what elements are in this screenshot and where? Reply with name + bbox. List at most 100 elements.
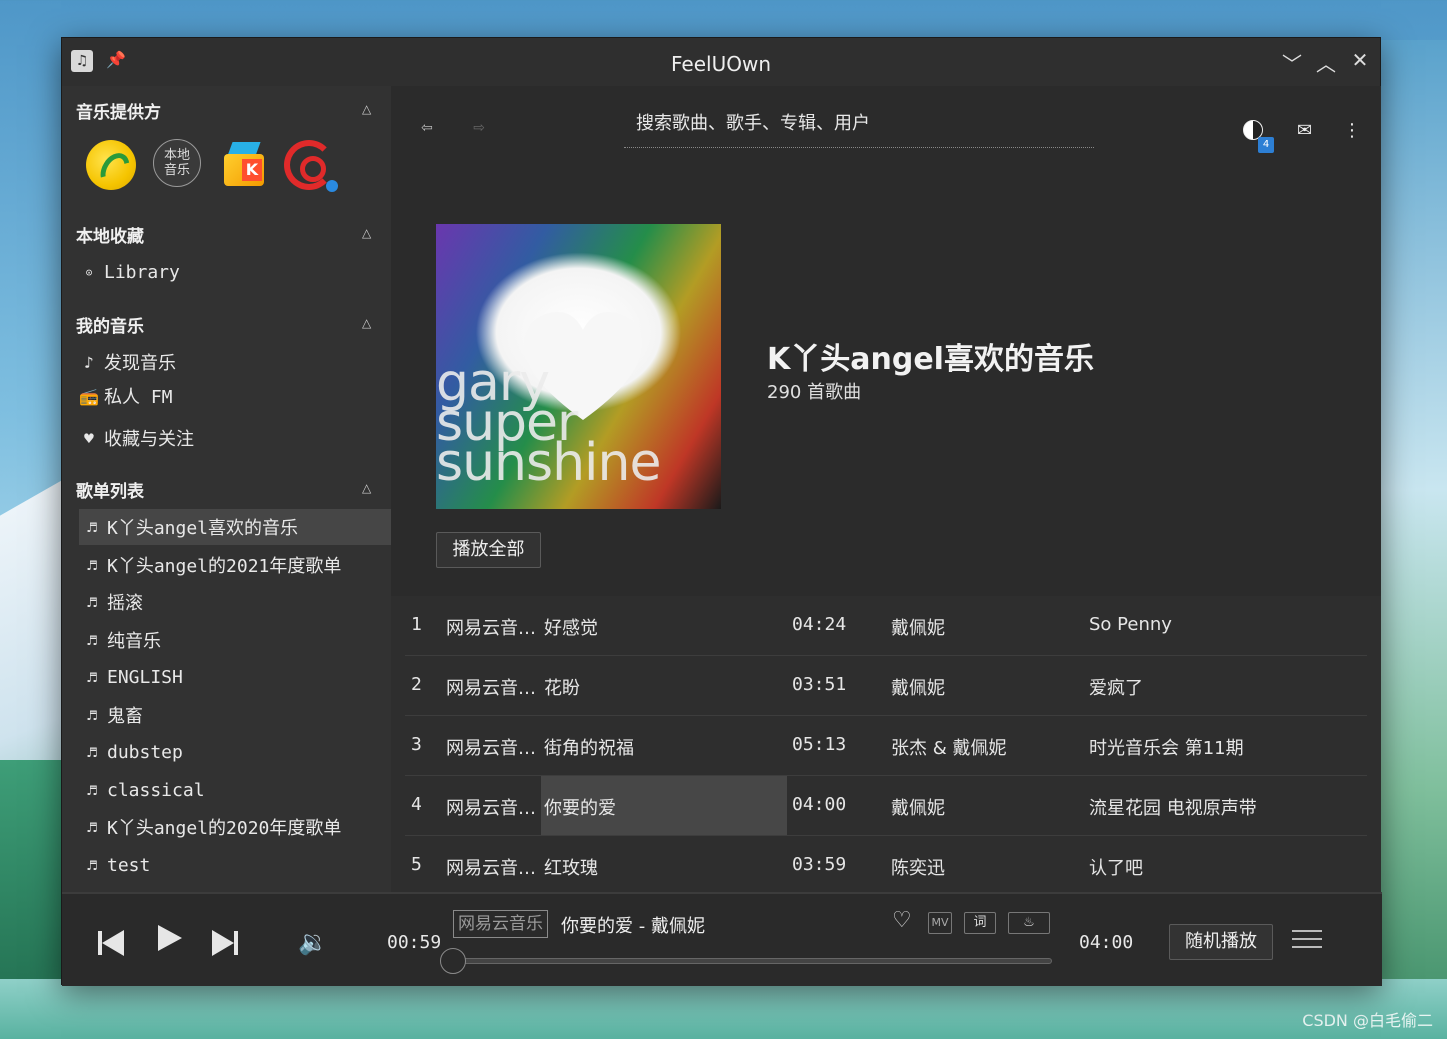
table-row[interactable]: 1 网易云音… 好感觉 04:24 戴佩妮 So Penny: [405, 596, 1367, 656]
titlebar[interactable]: ♫ 📌 FeelUOwn ﹀ ︿ ✕: [62, 38, 1380, 86]
track-source: 网易云音…: [446, 858, 536, 879]
back-arrow-icon[interactable]: ⇦: [421, 120, 433, 136]
track-table: 1 网易云音… 好感觉 04:24 戴佩妮 So Penny 2 网易云音… 花…: [391, 596, 1381, 892]
track-album[interactable]: 认了吧: [1089, 854, 1143, 880]
track-title[interactable]: 街角的祝福: [544, 734, 634, 760]
mail-icon[interactable]: ✉: [1297, 120, 1312, 141]
sidebar-item-fm[interactable]: 📻 私人 FM: [76, 378, 391, 414]
local-music-provider-icon[interactable]: 本地 音乐: [153, 139, 201, 187]
playlist-icon: ♬: [87, 592, 97, 612]
netease-provider-icon[interactable]: [284, 140, 338, 192]
volume-icon[interactable]: 🔉: [298, 928, 328, 956]
sidebar-playlist-item[interactable]: ♬ 纯音乐: [79, 622, 394, 658]
heart-icon: ♥: [84, 428, 94, 448]
playlist-cover: gary super sunshine: [436, 224, 721, 509]
collapse-icon[interactable]: △: [362, 226, 371, 240]
app-window: ♫ 📌 FeelUOwn ﹀ ︿ ✕ 音乐提供方 △ 本地 音乐 K 本地收藏 …: [61, 37, 1382, 986]
more-menu-icon[interactable]: ⋮: [1343, 120, 1361, 141]
track-title[interactable]: 你要的爱: [544, 794, 616, 820]
track-artist[interactable]: 戴佩妮: [891, 794, 945, 820]
sidebar: 音乐提供方 △ 本地 音乐 K 本地收藏 △ ⊙ Library 我的音乐 △ …: [62, 86, 391, 892]
table-row[interactable]: 4 网易云音… 你要的爱 04:00 戴佩妮 流星花园 电视原声带: [405, 776, 1367, 836]
track-title[interactable]: 好感觉: [544, 614, 598, 640]
track-source: 网易云音…: [446, 738, 536, 759]
track-duration: 03:59: [792, 854, 847, 875]
sidebar-playlist-item[interactable]: ♬ K丫头angel喜欢的音乐: [79, 509, 391, 545]
table-row[interactable]: 2 网易云音… 花盼 03:51 戴佩妮 爱疯了: [405, 656, 1367, 716]
sidebar-item-label: ENGLISH: [107, 666, 183, 688]
hot-stream-icon[interactable]: ♨: [1008, 912, 1050, 934]
queue-line: [1292, 938, 1322, 940]
sidebar-item-favorites[interactable]: ♥ 收藏与关注: [76, 420, 391, 456]
next-track-button[interactable]: [212, 924, 238, 959]
collapse-icon[interactable]: △: [362, 481, 371, 495]
maximize-icon[interactable]: ︿: [1314, 48, 1338, 77]
track-album[interactable]: 时光音乐会 第11期: [1089, 734, 1244, 760]
queue-line: [1292, 946, 1322, 948]
playlist-icon: ♬: [87, 742, 97, 762]
sidebar-playlist-item[interactable]: ♬ K丫头angel的2021年度歌单: [79, 547, 394, 583]
minimize-icon[interactable]: ﹀: [1280, 48, 1304, 77]
my-music-header: 我的音乐: [76, 317, 144, 337]
sidebar-item-discover[interactable]: ♪ 发现音乐: [76, 344, 391, 380]
playlist-icon: ♬: [87, 817, 97, 837]
play-all-button[interactable]: 播放全部: [436, 532, 541, 568]
track-album[interactable]: 爱疯了: [1089, 674, 1143, 700]
lyric-button[interactable]: 词: [964, 912, 996, 934]
playlist-queue-icon[interactable]: [1292, 924, 1322, 954]
playlists-header: 歌单列表: [76, 482, 144, 502]
now-playing-source-badge: 网易云音乐: [453, 910, 548, 938]
sidebar-item-label: classical: [107, 779, 205, 801]
like-heart-icon[interactable]: ♡: [892, 908, 912, 933]
playlist-icon: ♬: [87, 780, 97, 800]
progress-slider[interactable]: [440, 948, 1052, 974]
track-duration: 03:51: [792, 674, 847, 695]
table-row[interactable]: 3 网易云音… 街角的祝福 05:13 张杰 & 戴佩妮 时光音乐会 第11期: [405, 716, 1367, 776]
close-icon[interactable]: ✕: [1348, 48, 1372, 72]
track-artist[interactable]: 陈奕迅: [891, 854, 945, 880]
play-button[interactable]: [158, 924, 182, 959]
track-album[interactable]: So Penny: [1089, 614, 1172, 635]
track-title[interactable]: 花盼: [544, 674, 580, 700]
kuwo-provider-icon[interactable]: K: [220, 140, 270, 190]
sidebar-playlist-item[interactable]: ♬ 鬼畜: [79, 697, 394, 733]
playlist-title: K丫头angel喜欢的音乐: [767, 342, 1094, 377]
player-bar: 🔉 00:59 网易云音乐 你要的爱 - 戴佩妮 ♡ MV 词 ♨ 04:00 …: [62, 892, 1382, 986]
playlist-icon: ♬: [87, 555, 97, 575]
sidebar-playlist-item[interactable]: ♬ classical: [79, 772, 394, 808]
prev-triangle-shape: [102, 929, 124, 956]
track-title[interactable]: 红玫瑰: [544, 854, 598, 880]
track-artist[interactable]: 戴佩妮: [891, 614, 945, 640]
sidebar-item-label: 摇滚: [107, 593, 143, 614]
qq-music-provider-icon[interactable]: [86, 140, 136, 190]
previous-track-button[interactable]: [98, 924, 124, 959]
now-playing-title[interactable]: 你要的爱 - 戴佩妮: [561, 912, 705, 938]
sidebar-playlist-item[interactable]: ♬ dubstep: [79, 734, 394, 770]
progress-handle[interactable]: [440, 948, 466, 974]
track-number: 3: [411, 734, 422, 755]
window-title: FeelUOwn: [671, 52, 771, 76]
sidebar-playlist-item[interactable]: ♬ ENGLISH: [79, 659, 394, 695]
sidebar-playlist-item[interactable]: ♬ 摇滚: [79, 584, 394, 620]
table-row[interactable]: 5 网易云音… 红玫瑰 03:59 陈奕迅 认了吧: [405, 836, 1367, 896]
track-artist[interactable]: 戴佩妮: [891, 674, 945, 700]
forward-arrow-icon[interactable]: ⇨: [473, 120, 485, 136]
track-artist[interactable]: 张杰 & 戴佩妮: [891, 734, 1006, 760]
collapse-icon[interactable]: △: [362, 316, 371, 330]
sidebar-item-label: 私人 FM: [104, 387, 173, 408]
queue-line: [1292, 930, 1322, 932]
search-input[interactable]: 搜索歌曲、歌手、专辑、用户: [624, 112, 1094, 148]
collapse-icon[interactable]: △: [362, 102, 371, 116]
history-nav: ⇦ ⇨: [421, 120, 521, 136]
track-source: 网易云音…: [446, 678, 536, 699]
mv-button[interactable]: MV: [928, 912, 952, 934]
track-album[interactable]: 流星花园 电视原声带: [1089, 794, 1257, 820]
next-triangle-shape: [212, 929, 234, 956]
sidebar-item-label: 发现音乐: [104, 353, 176, 374]
sidebar-playlist-item[interactable]: ♬ K丫头angel的2020年度歌单: [79, 809, 394, 845]
sidebar-item-label: Library: [104, 261, 180, 283]
sidebar-playlist-item[interactable]: ♬ test: [79, 847, 394, 883]
play-mode-button[interactable]: 随机播放: [1169, 924, 1273, 960]
sidebar-item-library[interactable]: ⊙ Library: [76, 254, 391, 290]
track-duration-total: 04:00: [1079, 932, 1134, 953]
